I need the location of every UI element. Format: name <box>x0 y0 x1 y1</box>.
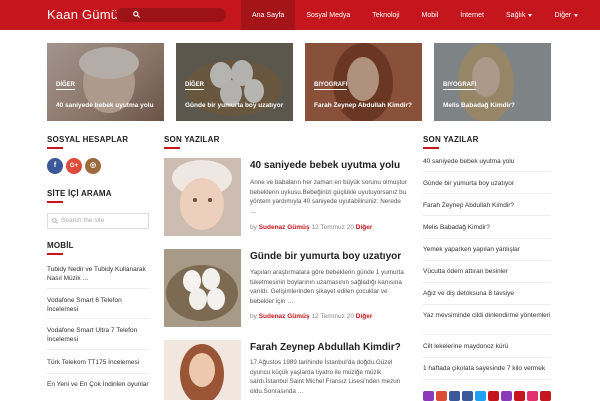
recent-post-link[interactable]: Yaz mevsiminde cildi dinlendirme yönteml… <box>423 311 551 320</box>
post-meta: by Sudenaz Gümüş 12 Temmuz 20 Diğer <box>250 224 372 231</box>
mobile-list-item[interactable]: Vodafone Smart Ultra 7 Telefon İncelemes… <box>47 326 149 344</box>
featured-category[interactable]: DİĞER <box>56 82 76 90</box>
mobile-list-item[interactable]: Tubidy Nedir ve Tubidy Kullanarak Nasıl … <box>47 265 149 283</box>
main-nav: Ana Sayfa Sosyal Medya Teknoloji Mobil İ… <box>241 0 589 30</box>
recent-post-link[interactable]: Vücutta ödem attıran besinler <box>423 267 551 276</box>
post-thumbnail[interactable] <box>164 340 241 400</box>
featured-card[interactable]: BIYOGRAFI Melis Babadağ Kimdir? <box>434 43 551 121</box>
search-icon <box>52 218 58 224</box>
divider <box>47 288 149 289</box>
instagram-icon[interactable]: ◎ <box>85 158 101 174</box>
divider <box>423 357 551 358</box>
divider <box>423 215 551 216</box>
nav-sosyal-medya[interactable]: Sosyal Medya <box>295 0 361 30</box>
divider <box>423 238 551 239</box>
portrait-image <box>164 340 241 400</box>
post-thumbnail[interactable] <box>164 249 241 327</box>
post-author[interactable]: Sudenaz Gümüş <box>259 313 310 320</box>
mobile-list-item[interactable]: Türk Telekom TT175 İncelemesi <box>47 358 149 367</box>
recent-post-link[interactable]: Cilt lekelerine maydonoz kürü <box>423 342 551 351</box>
featured-card[interactable]: DİĞER Günde bir yumurta boy uzatıyor <box>176 43 293 121</box>
post-category[interactable]: Diğer <box>356 224 373 231</box>
recent-posts-heading: SON YAZILAR <box>164 135 220 149</box>
featured-title[interactable]: 40 saniyede bebek uyutma yolu <box>56 102 156 110</box>
nav-internet[interactable]: İnternet <box>449 0 495 30</box>
mobile-list-item[interactable]: En Yeni ve En Çok İndirilen oyunlar <box>47 380 149 389</box>
search-box[interactable] <box>116 8 226 22</box>
post-title[interactable]: 40 saniyede bebek uyutma yolu <box>250 160 400 171</box>
post-excerpt: Yapılan araştırmalara göre bebeklerin gü… <box>250 269 404 305</box>
facebook-icon[interactable]: f <box>47 158 63 174</box>
social-heading: SOSYAL HESAPLAR <box>47 135 129 149</box>
nav-teknoloji[interactable]: Teknoloji <box>361 0 410 30</box>
divider <box>47 318 149 319</box>
post-excerpt: 17 Ağustos 1989 tarihinde İstanbul'da do… <box>250 359 401 395</box>
featured-category[interactable]: DİĞER <box>185 82 205 90</box>
featured-category[interactable]: BIYOGRAFI <box>443 82 477 90</box>
site-logo[interactable]: Kaan Gümüş <box>47 7 125 22</box>
nav-ana-sayfa[interactable]: Ana Sayfa <box>241 0 296 30</box>
post-category[interactable]: Diğer <box>356 313 373 320</box>
featured-category[interactable]: BIYOGRAFI <box>314 82 348 90</box>
recent-posts-sidebar-heading: SON YAZILAR <box>423 135 479 149</box>
site-search-input[interactable]: Search the site <box>47 213 149 229</box>
divider <box>423 260 551 261</box>
post-by: by <box>250 313 257 320</box>
baby-image <box>164 158 241 236</box>
mobile-heading: MOBİL <box>47 241 74 255</box>
mobile-list-item[interactable]: Vodafone Smart 6 Telefon İncelemesi <box>47 296 149 314</box>
post-title[interactable]: Günde bir yumurta boy uzatıyor <box>250 251 401 262</box>
chevron-down-icon <box>528 13 533 17</box>
recent-post-link[interactable]: Ağız ve diş detoksuna 8 tavsiye <box>423 289 551 298</box>
divider <box>47 373 149 374</box>
post-date: 12 Temmuz 20 <box>311 313 354 320</box>
recent-post-link[interactable]: Yemek yaparken yapılan yanlışlar <box>423 245 551 254</box>
nav-diger-label: Diğer <box>554 12 572 19</box>
post-meta: by Sudenaz Gümüş 12 Temmuz 20 Diğer <box>250 313 372 320</box>
nav-saglik[interactable]: Sağlık <box>495 0 543 30</box>
recent-post-link[interactable]: 1 haftada çikolata sayesinde 7 kilo verm… <box>423 364 551 373</box>
post-date: 12 Temmuz 20 <box>311 224 354 231</box>
featured-title[interactable]: Melis Babadağ Kimdir? <box>443 102 543 110</box>
featured-card[interactable]: BIYOGRAFI Farah Zeynep Abdullah Kimdir? <box>305 43 422 121</box>
recent-post-link[interactable]: Farah Zeynep Abdullah Kimdir? <box>423 201 551 210</box>
featured-card[interactable]: DİĞER 40 saniyede bebek uyutma yolu <box>47 43 164 121</box>
divider <box>47 349 149 350</box>
nav-diger[interactable]: Diğer <box>543 0 589 30</box>
eggs-image <box>164 249 241 327</box>
divider <box>423 304 551 305</box>
post-excerpt: Anne ve babaların her zaman en büyük sor… <box>250 179 407 215</box>
post-thumbnail[interactable] <box>164 158 241 236</box>
featured-title[interactable]: Farah Zeynep Abdullah Kimdir? <box>314 102 414 110</box>
divider <box>423 334 551 335</box>
featured-title[interactable]: Günde bir yumurta boy uzatıyor <box>185 102 285 110</box>
divider <box>423 379 551 380</box>
nav-mobil[interactable]: Mobil <box>411 0 450 30</box>
post-author[interactable]: Sudenaz Gümüş <box>259 224 310 231</box>
recent-post-link[interactable]: Melis Babadağ Kimdir? <box>423 223 551 232</box>
recent-post-link[interactable]: 40 saniyede bebek uyutma yolu <box>423 157 551 166</box>
divider <box>423 282 551 283</box>
top-navbar: Kaan Gümüş Ana Sayfa Sosyal Medya Teknol… <box>0 0 600 30</box>
chevron-down-icon <box>574 13 579 17</box>
post-by: by <box>250 224 257 231</box>
post-title[interactable]: Farah Zeynep Abdullah Kimdir? <box>250 342 401 353</box>
divider <box>423 171 551 172</box>
divider <box>423 193 551 194</box>
google-plus-icon[interactable]: G+ <box>66 158 82 174</box>
search-icon <box>133 11 140 18</box>
recent-post-link[interactable]: Günde bir yumurta boy uzatıyor <box>423 179 551 188</box>
search-heading: SİTE İÇİ ARAMA <box>47 189 112 203</box>
search-placeholder: Search the site <box>61 217 105 224</box>
nav-saglik-label: Sağlık <box>506 12 526 19</box>
